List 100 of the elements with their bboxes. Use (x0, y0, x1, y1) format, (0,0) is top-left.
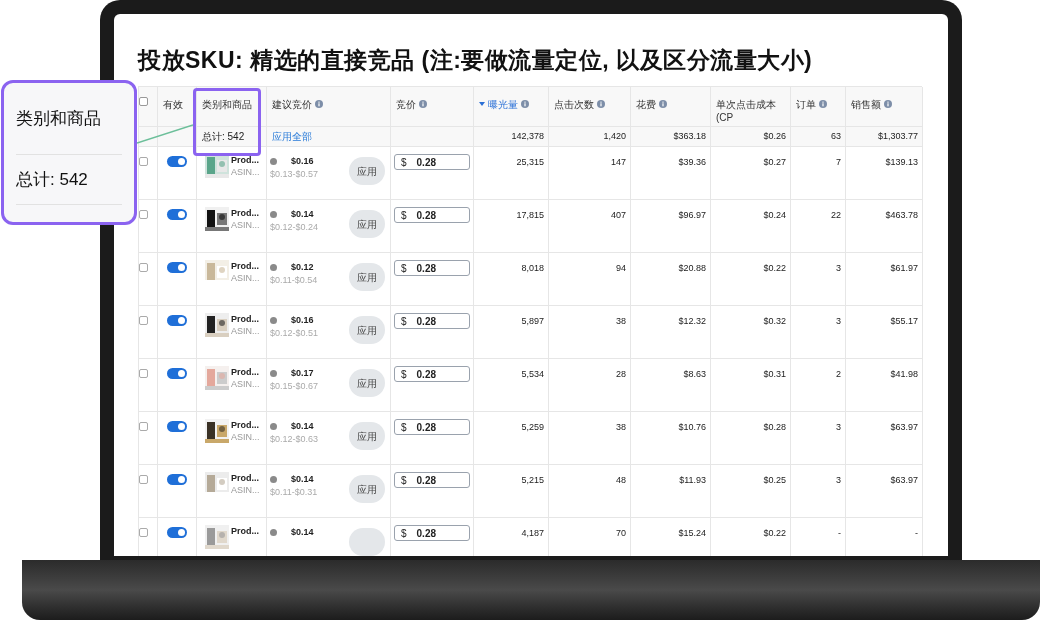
product-name[interactable]: Prod... (231, 313, 260, 325)
toggle-switch[interactable] (167, 474, 187, 485)
table-cell: $0.27 (763, 157, 786, 167)
total-value: $363.18 (673, 129, 706, 143)
table-cell: $12.32 (678, 316, 706, 326)
bid-range: $0.12-$0.51 (270, 327, 319, 340)
row-checkbox[interactable] (139, 210, 148, 219)
suggested-bid: $0.14 (291, 420, 314, 433)
table-cell: $10.76 (678, 422, 706, 432)
row-checkbox[interactable] (139, 157, 148, 166)
table-cell: $61.97 (890, 263, 918, 273)
product-name[interactable]: Prod... (231, 525, 259, 537)
toggle-switch[interactable] (167, 315, 187, 326)
status-dot-icon (270, 370, 277, 377)
product-name[interactable]: Prod... (231, 366, 260, 378)
apply-button[interactable]: 应用 (349, 422, 385, 450)
suggested-bid: $0.14 (291, 526, 314, 539)
table-cell: $0.28 (763, 422, 786, 432)
total-value: 142,378 (511, 129, 544, 143)
product-name[interactable]: Prod... (231, 154, 260, 166)
bid-input[interactable]: $ 0.28 (394, 366, 470, 382)
table-cell: $0.25 (763, 475, 786, 485)
bid-input[interactable]: $ 0.28 (394, 207, 470, 223)
row-checkbox[interactable] (139, 528, 148, 537)
table-cell: $8.63 (683, 369, 706, 379)
column-header[interactable]: 单次点击成本 (CP (716, 98, 785, 124)
table-cell: 17,815 (516, 210, 544, 220)
bid-input[interactable]: $ 0.28 (394, 313, 470, 329)
table-cell: 5,534 (521, 369, 544, 379)
row-checkbox[interactable] (139, 475, 148, 484)
table-cell: $0.22 (763, 528, 786, 538)
apply-button[interactable]: 应用 (349, 263, 385, 291)
apply-button[interactable]: 应用 (349, 316, 385, 344)
table-cell: - (838, 528, 841, 538)
status-dot-icon (270, 158, 277, 165)
row-checkbox[interactable] (139, 369, 148, 378)
callout-total: 总计: 542 (16, 168, 88, 191)
table-cell: 94 (616, 263, 626, 273)
table-cell: $139.13 (885, 157, 918, 167)
product-asin: ASIN... (231, 219, 260, 231)
bid-input[interactable]: $ 0.28 (394, 472, 470, 488)
product-name[interactable]: Prod... (231, 419, 260, 431)
status-dot-icon (270, 317, 277, 324)
table-cell: 3 (836, 316, 841, 326)
total-value: 1,420 (603, 129, 626, 143)
bid-input[interactable]: $ 0.28 (394, 154, 470, 170)
product-name[interactable]: Prod... (231, 207, 260, 219)
toggle-switch[interactable] (167, 527, 187, 538)
product-name[interactable]: Prod... (231, 472, 260, 484)
toggle-switch[interactable] (167, 421, 187, 432)
suggested-bid: $0.14 (291, 208, 314, 221)
table-cell: 7 (836, 157, 841, 167)
suggested-bid: $0.17 (291, 367, 314, 380)
toggle-switch[interactable] (167, 156, 187, 167)
product-asin: ASIN... (231, 325, 260, 337)
column-header[interactable]: 花费 (636, 98, 656, 111)
apply-button[interactable]: 应用 (349, 475, 385, 503)
column-header[interactable]: 有效 (163, 98, 183, 111)
column-header[interactable]: 类别和商品 (202, 98, 252, 111)
bid-input[interactable]: $ 0.28 (394, 419, 470, 435)
column-header[interactable]: 销售额 (851, 98, 881, 111)
table-cell: 3 (836, 422, 841, 432)
table-cell: $15.24 (678, 528, 706, 538)
toggle-switch[interactable] (167, 368, 187, 379)
sort-caret-icon (479, 102, 485, 106)
bid-range: $0.12-$0.63 (270, 433, 319, 446)
status-dot-icon (270, 423, 277, 430)
product-asin: ASIN... (231, 431, 260, 443)
leader-line (137, 124, 193, 144)
product-name[interactable]: Prod... (231, 260, 260, 272)
table-cell: 28 (616, 369, 626, 379)
page-title: 投放SKU: 精选的直接竞品 (注:要做流量定位, 以及区分流量大小) (138, 46, 814, 75)
table-cell: 48 (616, 475, 626, 485)
column-header[interactable]: 点击次数 (554, 98, 594, 111)
apply-button[interactable]: 应用 (349, 210, 385, 238)
bid-input[interactable]: $ 0.28 (394, 260, 470, 276)
table-cell: 8,018 (521, 263, 544, 273)
row-checkbox[interactable] (139, 422, 148, 431)
bid-range: $0.13-$0.57 (270, 168, 319, 181)
bid-range: $0.11-$0.31 (270, 486, 318, 499)
table-cell: 4,187 (521, 528, 544, 538)
toggle-switch[interactable] (167, 262, 187, 273)
suggested-bid: $0.16 (291, 155, 314, 168)
table-cell: $55.17 (890, 316, 918, 326)
status-dot-icon (270, 211, 277, 218)
row-checkbox[interactable] (139, 316, 148, 325)
bid-input[interactable]: $ 0.28 (394, 525, 470, 541)
select-all-checkbox[interactable] (139, 97, 148, 106)
toggle-switch[interactable] (167, 209, 187, 220)
apply-button[interactable]: 应用 (349, 369, 385, 397)
column-header[interactable]: 建议竞价 (272, 98, 312, 111)
apply-button[interactable]: 应用 (349, 157, 385, 185)
apply-all-link[interactable]: 应用全部 (272, 129, 312, 144)
suggested-bid: $0.12 (291, 261, 314, 274)
table-cell: $39.36 (678, 157, 706, 167)
column-header[interactable]: 曝光量 (488, 98, 518, 111)
bid-range: $0.11-$0.54 (270, 274, 318, 287)
column-header[interactable]: 竞价 (396, 98, 416, 111)
column-header[interactable]: 订单 (796, 98, 816, 111)
row-checkbox[interactable] (139, 263, 148, 272)
